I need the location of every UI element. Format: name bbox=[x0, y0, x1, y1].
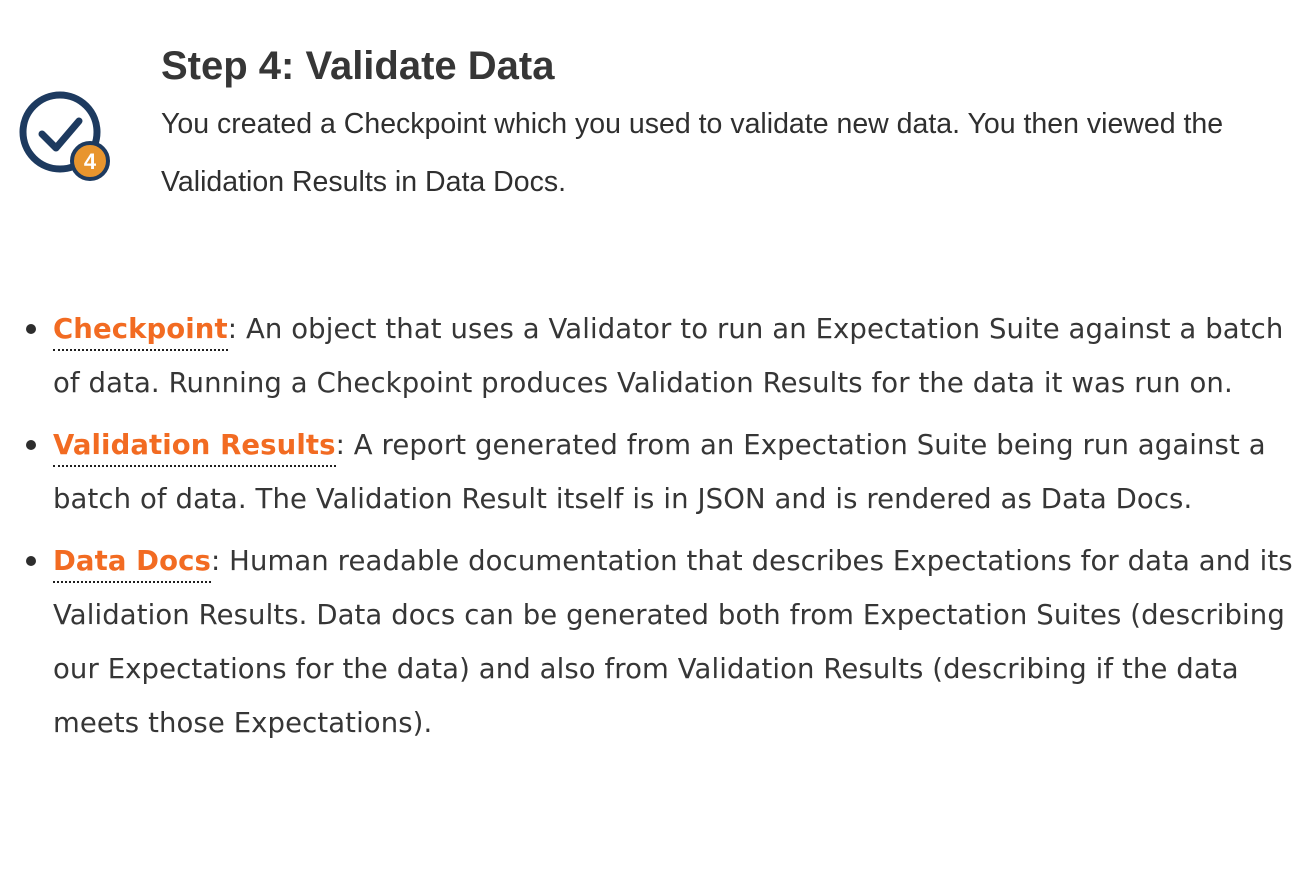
step-badge-number: 4 bbox=[84, 149, 97, 174]
bullet-icon bbox=[26, 556, 36, 566]
term-definition: : An object that uses a Validator to run… bbox=[53, 313, 1284, 399]
step-header: 4 Step 4: Validate Data You created a Ch… bbox=[0, 0, 1309, 230]
bullet-icon bbox=[26, 324, 36, 334]
list-item: Checkpoint: An object that uses a Valida… bbox=[0, 302, 1309, 410]
list-item: Data Docs: Human readable documentation … bbox=[0, 534, 1309, 750]
step-description: You created a Checkpoint which you used … bbox=[161, 108, 1224, 198]
term-link-checkpoint[interactable]: Checkpoint bbox=[53, 313, 228, 351]
step-title: Step 4: Validate Data bbox=[161, 44, 555, 88]
checkmark-circle-step-icon: 4 bbox=[19, 91, 110, 181]
term-link-validation-results[interactable]: Validation Results bbox=[53, 429, 336, 467]
glossary-list: Checkpoint: An object that uses a Valida… bbox=[0, 302, 1309, 758]
bullet-icon bbox=[26, 440, 36, 450]
term-link-data-docs[interactable]: Data Docs bbox=[53, 545, 211, 583]
list-item: Validation Results: A report generated f… bbox=[0, 418, 1309, 526]
term-definition: : Human readable documentation that desc… bbox=[53, 545, 1293, 739]
